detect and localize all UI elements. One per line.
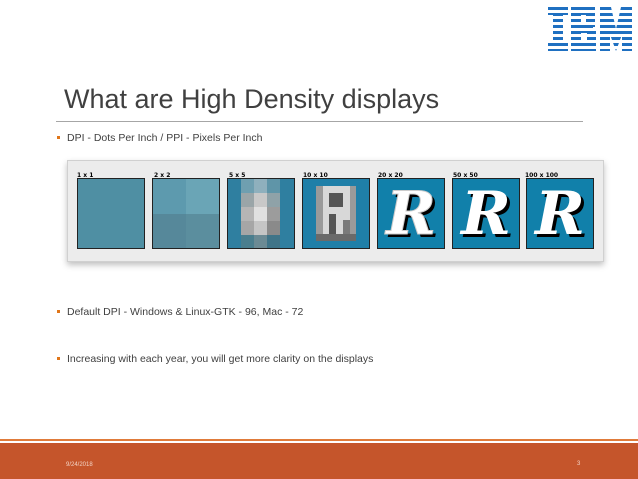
tile-50x50: R R <box>452 178 520 249</box>
footer-bar <box>0 443 638 479</box>
svg-text:R: R <box>384 179 436 248</box>
footer-accent-line <box>0 439 638 441</box>
tile-2x2 <box>152 178 220 249</box>
bullet-marker-icon <box>57 135 60 139</box>
bullet-item: Default DPI - Windows & Linux-GTK - 96, … <box>57 306 303 318</box>
bullet-item: Increasing with each year, you will get … <box>57 353 373 365</box>
tile-10x10 <box>302 178 370 249</box>
bullet-item: DPI - Dots Per Inch / PPI - Pixels Per I… <box>57 132 262 144</box>
slide-title: What are High Density displays <box>64 84 440 114</box>
bullet-text: Increasing with each year, you will get … <box>67 353 374 365</box>
page-number: 3 <box>577 461 581 467</box>
ibm-logo <box>548 7 632 51</box>
bullet-marker-icon <box>57 356 60 360</box>
tile-20x20: R R <box>377 178 445 249</box>
bullet-text: DPI - Dots Per Inch / PPI - Pixels Per I… <box>67 132 263 144</box>
tile-1x1 <box>77 178 145 249</box>
resolution-comparison-figure: 1 x 1 2 x 2 5 x 5 10 x 10 20 x 20 50 x 5… <box>67 160 604 262</box>
title-divider <box>56 121 583 122</box>
svg-text:R: R <box>533 179 585 248</box>
tile-100x100: R R <box>526 178 594 249</box>
svg-text:R: R <box>459 179 511 248</box>
footer-date: 9/24/2018 <box>66 462 93 468</box>
bullet-marker-icon <box>57 309 60 313</box>
bullet-text: Default DPI - Windows & Linux-GTK - 96, … <box>67 306 304 318</box>
tile-5x5 <box>227 178 295 249</box>
